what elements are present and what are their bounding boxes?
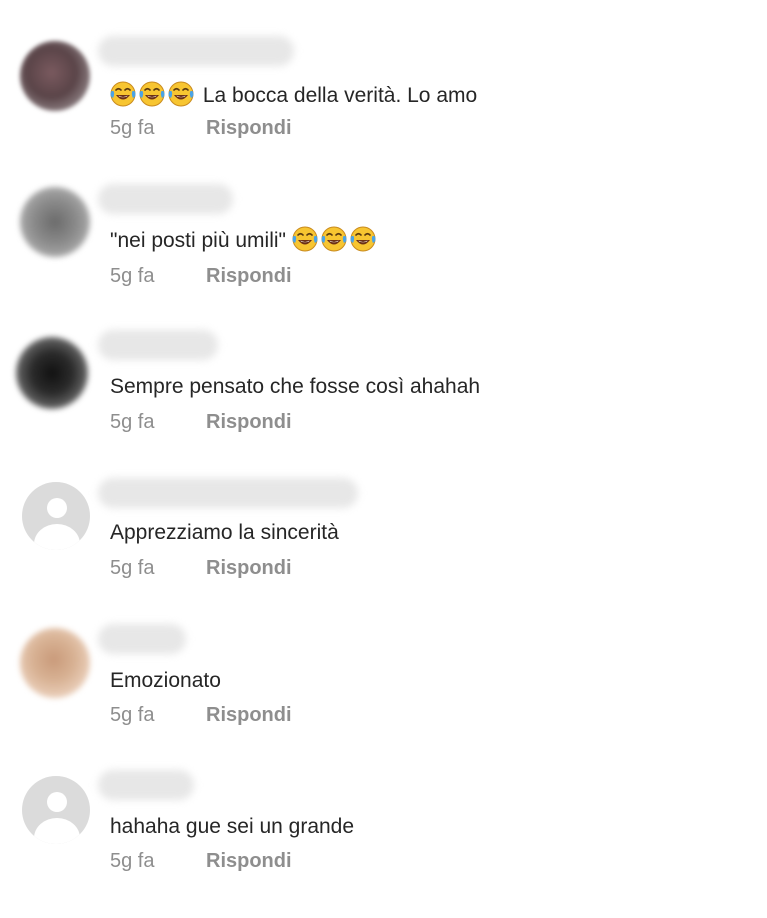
default-avatar[interactable]	[22, 776, 90, 844]
comment-text: Sempre pensato che fosse così ahahah	[110, 373, 480, 401]
comment-meta: 5g fa Rispondi	[110, 555, 292, 581]
username-blurred[interactable]	[98, 478, 358, 508]
comment-meta: 5g fa Rispondi	[110, 848, 292, 874]
avatar[interactable]	[20, 187, 90, 257]
comment-body: Sempre pensato che fosse così ahahah	[110, 375, 481, 398]
comment-body: Apprezziamo la sincerità	[110, 521, 339, 544]
reply-button[interactable]: Rispondi	[206, 557, 292, 579]
timestamp: 5g fa	[110, 850, 155, 872]
comment-meta: 5g fa Rispondi	[110, 409, 292, 435]
comment-meta: 5g fa Rispondi	[110, 263, 292, 289]
avatar[interactable]	[20, 628, 90, 698]
timestamp: 5g fa	[110, 265, 155, 287]
comment-item: hahaha gue sei un grande 5g fa Rispondi	[0, 0, 767, 872]
comment-body: Emozionato	[110, 669, 221, 692]
reply-button[interactable]: Rispondi	[206, 850, 292, 872]
profile-icon	[47, 792, 67, 812]
comment-text: Emozionato	[110, 667, 221, 695]
reply-button[interactable]: Rispondi	[206, 411, 292, 433]
default-avatar[interactable]	[22, 482, 90, 550]
profile-icon	[47, 498, 67, 518]
username-blurred[interactable]	[98, 184, 233, 214]
face-with-tears-of-joy-icon	[321, 226, 347, 252]
username-blurred[interactable]	[98, 330, 218, 360]
avatar[interactable]	[16, 337, 88, 409]
timestamp: 5g fa	[110, 704, 155, 726]
username-blurred[interactable]	[98, 770, 194, 800]
comment-text: Apprezziamo la sincerità	[110, 519, 339, 547]
timestamp: 5g fa	[110, 557, 155, 579]
comment-body: "nei posti più umili"	[110, 229, 286, 252]
reply-button[interactable]: Rispondi	[206, 704, 292, 726]
comment-meta: 5g fa Rispondi	[110, 702, 292, 728]
comment-text: hahaha gue sei un grande	[110, 813, 354, 841]
face-with-tears-of-joy-icon	[350, 226, 376, 252]
reply-button[interactable]: Rispondi	[206, 265, 292, 287]
username-blurred[interactable]	[98, 624, 186, 654]
timestamp: 5g fa	[110, 411, 155, 433]
comment-text: "nei posti più umili"	[110, 226, 379, 255]
comment-body: hahaha gue sei un grande	[110, 815, 355, 838]
face-with-tears-of-joy-icon	[292, 226, 318, 252]
